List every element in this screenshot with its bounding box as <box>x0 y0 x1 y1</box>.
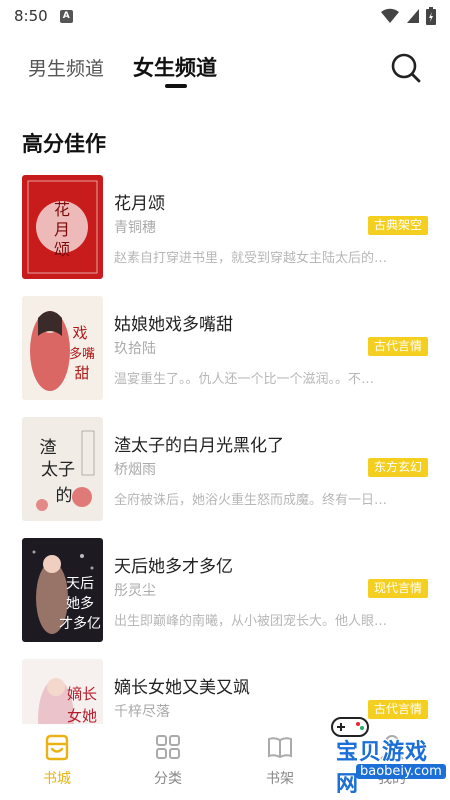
book-item[interactable]: 戏 多嘴 甜 姑娘她戏多嘴甜 玖拾陆 古代言情 温宴重生了。。仇人还一个比一个滋… <box>0 296 450 400</box>
book-title: 嫡长女她又美又飒 <box>114 678 250 698</box>
nav-item-category[interactable]: 分类 <box>138 732 198 788</box>
book-item[interactable]: 天后 她多 才多亿 天后她多才多亿 彤灵尘 现代言情 出生即巅峰的南曦，从小被团… <box>0 538 450 642</box>
svg-text:花: 花 <box>54 200 70 219</box>
book-author: 玖拾陆 <box>114 341 156 357</box>
svg-text:才多亿: 才多亿 <box>59 615 101 632</box>
book-cover[interactable]: 天后 她多 才多亿 <box>22 538 103 642</box>
book-description: 赵素自打穿进书里，就受到穿越女主陆太后的… <box>114 251 388 266</box>
tab-female-channel[interactable]: 女生频道 <box>133 52 217 82</box>
svg-text:天后: 天后 <box>66 576 94 592</box>
bookstore-icon <box>45 734 69 761</box>
svg-text:的: 的 <box>56 486 73 506</box>
battery-icon <box>426 7 436 25</box>
channel-tabs: 男生频道 女生频道 <box>0 42 450 102</box>
book-title: 天后她多才多亿 <box>114 557 233 577</box>
notification-a-icon: A <box>59 9 73 23</box>
book-title: 姑娘她戏多嘴甜 <box>114 315 233 335</box>
svg-text:颂: 颂 <box>54 240 70 259</box>
book-description: 出生即巅峰的南曦，从小被团宠长大。他人眼… <box>114 614 388 629</box>
cellular-icon <box>407 9 419 23</box>
book-genre-tag: 古典架空 <box>367 216 428 235</box>
nav-label: 分类 <box>154 771 182 787</box>
nav-label: 书城 <box>43 771 71 787</box>
book-genre-tag: 现代言情 <box>367 579 428 598</box>
section-title: 高分佳作 <box>22 132 106 156</box>
book-genre-tag: 古代言情 <box>367 337 428 356</box>
search-icon[interactable] <box>390 52 422 84</box>
book-author: 青铜穗 <box>114 220 156 236</box>
tab-male-channel[interactable]: 男生频道 <box>28 54 104 81</box>
book-item[interactable]: 渣 太子 的 渣太子的白月光黑化了 桥烟雨 东方玄幻 全府被诛后，她浴火重生怒而… <box>0 417 450 521</box>
signal-icon <box>381 8 399 23</box>
nav-label: 书架 <box>266 771 294 787</box>
book-cover[interactable]: 戏 多嘴 甜 <box>22 296 103 400</box>
watermark-url: baobeiy.com <box>356 764 446 779</box>
nav-item-bookstore[interactable]: 书城 <box>27 732 87 788</box>
status-bar: 8:50 A <box>0 0 450 32</box>
book-item[interactable]: 花 月 颂 花月颂 青铜穗 古典架空 赵素自打穿进书里，就受到穿越女主陆太后的… <box>0 175 450 279</box>
category-grid-icon <box>156 735 180 759</box>
book-title: 渣太子的白月光黑化了 <box>114 436 284 456</box>
bookshelf-icon <box>268 737 292 759</box>
book-cover[interactable]: 渣 太子 的 <box>22 417 103 521</box>
svg-text:渣: 渣 <box>40 438 57 458</box>
svg-text:甜: 甜 <box>74 364 89 382</box>
book-author: 彤灵尘 <box>114 583 156 599</box>
status-time: 8:50 <box>14 7 48 25</box>
svg-text:女她: 女她 <box>67 707 97 725</box>
book-author: 桥烟雨 <box>114 462 156 478</box>
svg-text:嫡长: 嫡长 <box>67 685 97 703</box>
book-author: 千梓尽落 <box>114 704 170 720</box>
watermark: 宝贝游戏网 baobeiy.com <box>322 712 450 797</box>
book-description: 全府被诛后，她浴火重生怒而成魔。终有一日… <box>114 493 388 508</box>
svg-text:戏: 戏 <box>72 324 87 342</box>
nav-item-bookshelf[interactable]: 书架 <box>250 732 310 788</box>
status-icons <box>380 7 436 25</box>
svg-text:多嘴: 多嘴 <box>69 346 95 362</box>
book-title: 花月颂 <box>114 194 165 214</box>
book-genre-tag: 东方玄幻 <box>367 458 428 477</box>
active-tab-indicator <box>165 84 187 88</box>
svg-text:月: 月 <box>54 220 70 239</box>
book-description: 温宴重生了。。仇人还一个比一个滋润。。不… <box>114 372 375 387</box>
book-cover[interactable]: 花 月 颂 <box>22 175 103 279</box>
svg-text:太子: 太子 <box>41 460 75 480</box>
svg-text:她多: 她多 <box>66 595 94 612</box>
